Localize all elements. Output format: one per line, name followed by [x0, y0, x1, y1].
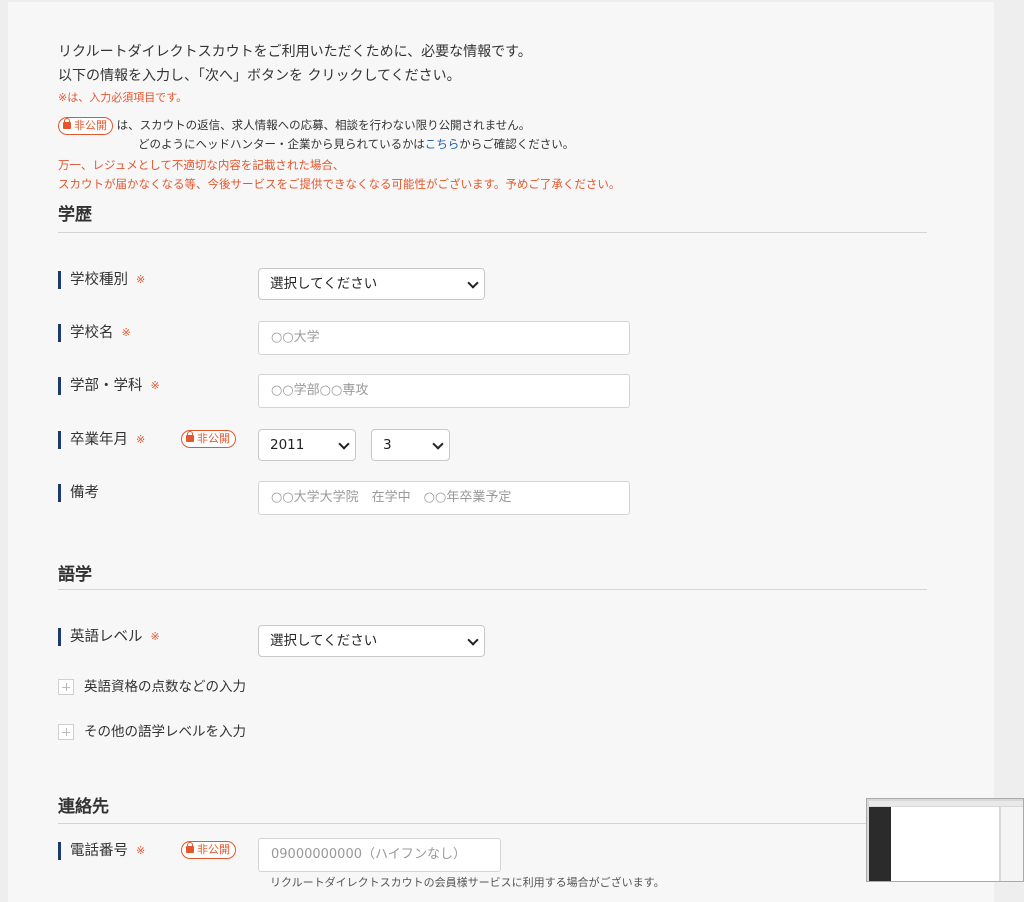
graduation-label: 卒業年月 ※: [58, 431, 145, 449]
section-title-education: 学歴: [58, 205, 92, 225]
required-note: ※は、入力必須項目です。: [58, 91, 188, 104]
screenshot-thumbnail[interactable]: [866, 798, 1024, 882]
warning-line-2: スカウトが届かなくなる等、今後サービスをご提供できなくなる可能性がございます。予…: [58, 177, 621, 191]
section-divider: [58, 232, 927, 233]
school-type-select[interactable]: 選択してください: [258, 268, 485, 300]
school-name-label: 学校名 ※: [58, 324, 131, 342]
notice-text-2: どのようにヘッドハンター・企業から見られているかは: [138, 137, 425, 151]
graduation-month-select[interactable]: 3: [371, 429, 450, 461]
chevron-down-icon: [338, 438, 350, 450]
remarks-label: 備考: [58, 484, 99, 502]
section-divider: [58, 589, 927, 590]
school-name-input[interactable]: ○○大学: [258, 321, 630, 355]
phone-private-badge: 非公開: [181, 841, 236, 859]
intro: リクルートダイレクトスカウトをご利用いただくために、必要な情報です。 以下の情報…: [58, 40, 958, 195]
chevron-down-icon: [432, 438, 444, 450]
expand-english-score[interactable]: 英語資格の点数などの入力: [58, 675, 246, 695]
graduation-private-badge: 非公開: [181, 430, 236, 448]
phone-label: 電話番号 ※: [58, 842, 145, 860]
plus-icon: [58, 724, 74, 740]
notice-text-3: からご確認ください。: [459, 137, 575, 151]
lock-icon: [186, 431, 194, 442]
english-level-label: 英語レベル ※: [58, 628, 160, 646]
lock-icon: [63, 117, 71, 129]
section-title-contact: 連絡先: [58, 797, 109, 817]
lock-icon: [186, 842, 194, 853]
section-title-language: 語学: [58, 565, 92, 585]
phone-note: リクルートダイレクトスカウトの会員様サービスに利用する場合がございます。: [270, 876, 665, 889]
intro-line-1: リクルートダイレクトスカウトをご利用いただくために、必要な情報です。: [58, 44, 532, 60]
faculty-label: 学部・学科 ※: [58, 377, 160, 395]
check-here-link[interactable]: こちら: [425, 137, 460, 151]
notice-text-1: は、スカウトの返信、求人情報への応募、相談を行わない限り公開されません。: [113, 118, 531, 132]
faculty-input[interactable]: ○○学部○○専攻: [258, 374, 630, 408]
intro-line-2: 以下の情報を入力し、「次へ」ボタンを クリックしてください。: [58, 68, 461, 84]
expand-other-language[interactable]: その他の語学レベルを入力: [58, 720, 246, 740]
chevron-down-icon: [467, 634, 479, 646]
phone-input[interactable]: 09000000000（ハイフンなし）: [258, 838, 501, 872]
remarks-input[interactable]: ○○大学大学院 在学中 ○○年卒業予定: [258, 481, 630, 515]
chevron-down-icon: [467, 277, 479, 289]
plus-icon: [58, 679, 74, 695]
graduation-year-select[interactable]: 2011: [258, 429, 356, 461]
privacy-notice: 非公開 は、スカウトの返信、求人情報への応募、相談を行わない限り公開されません。…: [58, 116, 958, 154]
english-level-select[interactable]: 選択してください: [258, 625, 485, 657]
private-badge: 非公開: [58, 116, 113, 135]
section-divider: [58, 823, 927, 824]
school-type-label: 学校種別 ※: [58, 271, 145, 289]
